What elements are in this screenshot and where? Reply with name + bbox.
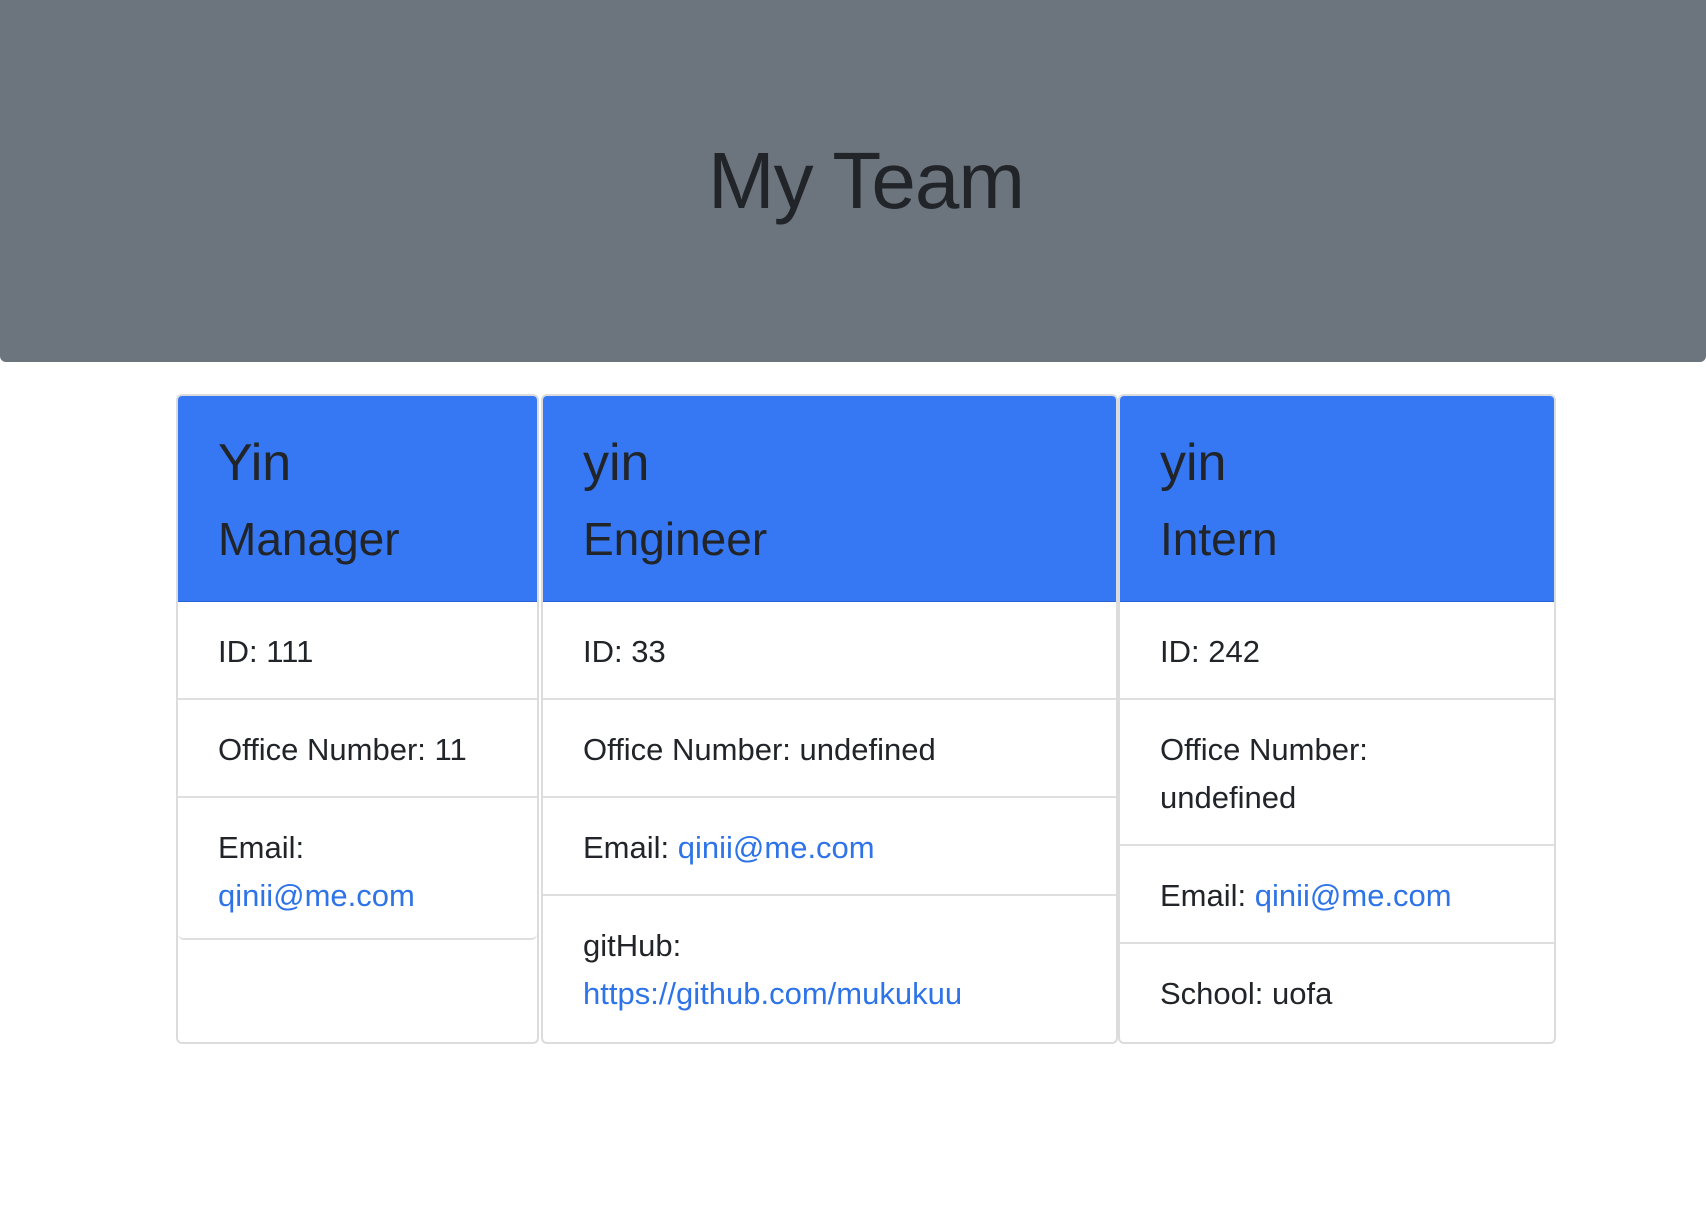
list-item-office: Office Number: 11 <box>178 700 537 798</box>
id-text: ID: 111 <box>218 634 314 669</box>
email-label: Email: <box>583 830 670 865</box>
list-item-email: Email: qinii@me.com <box>178 798 537 944</box>
list-item-office: Office Number: undefined <box>1120 700 1554 846</box>
github-link[interactable]: https://github.com/mukukuu <box>583 976 962 1011</box>
office-number-text: Office Number: undefined <box>583 732 936 767</box>
employee-role: Manager <box>218 513 400 565</box>
employee-card-manager: Yin Manager ID: 111 Office Number: 11 Em… <box>176 394 539 1044</box>
employee-card-engineer: yin Engineer ID: 33 Office Number: undef… <box>541 394 1118 1044</box>
employee-role: Intern <box>1160 513 1278 565</box>
office-number-text: Office Number: 11 <box>218 732 467 767</box>
details-list: ID: 111 Office Number: 11 Email: qinii@m… <box>178 602 537 940</box>
id-text: ID: 33 <box>583 634 666 669</box>
github-label: gitHub: <box>583 928 682 963</box>
list-item-email: Email: qinii@me.com <box>543 798 1116 896</box>
details-list: ID: 33 Office Number: undefined Email: q… <box>543 602 1116 1042</box>
list-item-id: ID: 111 <box>178 602 537 700</box>
email-label: Email: <box>218 830 305 865</box>
school-text: School: uofa <box>1160 976 1333 1011</box>
list-item-id: ID: 242 <box>1120 602 1554 700</box>
list-item-id: ID: 33 <box>543 602 1116 700</box>
employee-role: Engineer <box>583 513 768 565</box>
email-link[interactable]: qinii@me.com <box>218 878 415 913</box>
employee-card-intern: yin Intern ID: 242 Office Number: undefi… <box>1118 394 1556 1044</box>
details-list: ID: 242 Office Number: undefined Email: … <box>1120 602 1554 1042</box>
list-item-office: Office Number: undefined <box>543 700 1116 798</box>
page-title: My Team <box>707 136 1025 225</box>
email-link[interactable]: qinii@me.com <box>1255 878 1452 913</box>
card-header: Yin Manager <box>178 396 537 602</box>
header-jumbotron: My Team <box>0 0 1706 362</box>
card-header: yin Intern <box>1120 396 1554 602</box>
employee-name: Yin <box>218 434 292 492</box>
list-item-school: School: uofa <box>1120 944 1554 1042</box>
email-link[interactable]: qinii@me.com <box>678 830 875 865</box>
email-label: Email: <box>1160 878 1247 913</box>
employee-name: yin <box>1160 434 1227 492</box>
list-item-email: Email: qinii@me.com <box>1120 846 1554 944</box>
list-item-github: gitHub: https://github.com/mukukuu <box>543 896 1116 1042</box>
id-text: ID: 242 <box>1160 634 1260 669</box>
office-number-text: Office Number: undefined <box>1160 732 1368 815</box>
employee-name: yin <box>583 434 650 492</box>
card-header: yin Engineer <box>543 396 1116 602</box>
